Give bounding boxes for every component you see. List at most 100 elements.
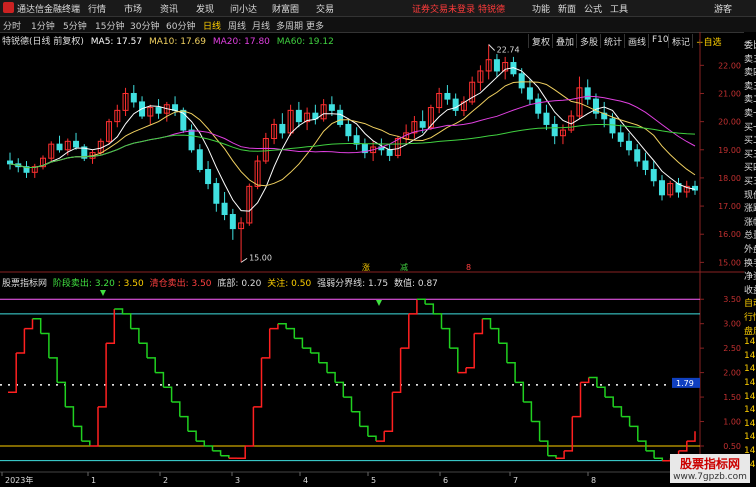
side-item[interactable]: 14:5 xyxy=(744,419,756,429)
candle-body xyxy=(155,107,162,114)
menu-jiaoyi[interactable]: 交易 xyxy=(316,2,334,15)
side-item[interactable]: 换手 xyxy=(744,256,756,269)
side-item[interactable]: 买五 xyxy=(744,174,756,187)
app-logo-icon xyxy=(3,2,14,13)
ind-segment xyxy=(376,431,385,442)
side-item[interactable]: 14:5 xyxy=(744,351,756,361)
side-item[interactable]: 14:5 xyxy=(744,337,756,347)
ind-name: 股票指标网 xyxy=(2,279,48,289)
ind-segment xyxy=(629,425,639,442)
x-axis-label: 5 xyxy=(371,476,376,485)
side-item[interactable]: 涨跌 xyxy=(744,201,756,214)
side-item[interactable]: 净资 xyxy=(744,269,756,282)
ind-segment xyxy=(351,410,361,427)
side-item[interactable]: 委比 xyxy=(744,38,756,51)
side-item[interactable]: 收益 xyxy=(744,283,756,296)
side-item[interactable]: 卖二 xyxy=(744,92,756,105)
ind-segment xyxy=(98,343,107,408)
x-axis-label: 2 xyxy=(163,476,168,485)
chart-area[interactable]: 22.0021.0020.0019.0018.0017.0016.0015.00… xyxy=(0,32,744,487)
top-xinmian[interactable]: 新面 xyxy=(558,2,576,15)
tab-monthly[interactable]: 月线 xyxy=(252,19,270,32)
tab-weekly[interactable]: 周线 xyxy=(228,19,246,32)
side-item[interactable]: 14:5 xyxy=(744,432,756,442)
ind-axis-label: 2.00 xyxy=(723,369,741,378)
ind-axis-label: 1.50 xyxy=(723,393,741,402)
side-item[interactable]: 涨幅 xyxy=(744,215,756,228)
candle-body xyxy=(419,121,426,128)
side-item[interactable]: 总量 xyxy=(744,228,756,241)
ind-segment xyxy=(48,357,58,383)
candle-body xyxy=(353,135,360,145)
top-func[interactable]: 功能 xyxy=(532,2,550,15)
top-gongju[interactable]: 工具 xyxy=(610,2,628,15)
ind-segment xyxy=(269,323,279,330)
candle-body xyxy=(609,118,616,134)
side-item[interactable]: 卖五 xyxy=(744,52,756,65)
candle-body xyxy=(73,140,80,148)
side-item[interactable]: 买一 xyxy=(744,120,756,133)
menu-zixun[interactable]: 资讯 xyxy=(160,2,178,15)
ind-segment xyxy=(686,431,696,442)
current-value-label: 1.79 xyxy=(676,379,694,388)
tab-15min[interactable]: 15分钟 xyxy=(95,19,124,32)
tab-fenshi[interactable]: 分时 xyxy=(3,19,21,32)
login-status[interactable]: 证券交易未登录 xyxy=(412,2,475,15)
side-item[interactable]: 外盘 xyxy=(744,242,756,255)
ma20-line xyxy=(9,95,696,169)
candle-body xyxy=(345,123,352,137)
side-item[interactable]: 现价 xyxy=(744,188,756,201)
candle-body xyxy=(625,140,632,151)
side-item[interactable]: 卖三 xyxy=(744,79,756,92)
ind-segment xyxy=(171,401,181,417)
tab-5min[interactable]: 5分钟 xyxy=(63,19,87,32)
title-bar: 通达信金融终端 行情 市场 资讯 发现 问小达 财富圈 交易 证券交易未登录 特… xyxy=(0,0,756,17)
top-gongshi[interactable]: 公式 xyxy=(584,2,602,15)
side-item[interactable]: 自动 xyxy=(744,296,756,309)
ind-segment xyxy=(163,386,173,402)
side-item[interactable]: 卖一 xyxy=(744,106,756,119)
side-item[interactable]: 卖四 xyxy=(744,65,756,78)
tab-1min[interactable]: 1分钟 xyxy=(31,19,55,32)
candle-body xyxy=(634,149,641,162)
ind-segment xyxy=(588,376,598,388)
candle-body xyxy=(130,92,137,103)
tab-more[interactable]: 更多 xyxy=(306,19,324,32)
ind-segment xyxy=(286,327,296,339)
tab-daily[interactable]: 日线 xyxy=(203,19,221,32)
tab-multi[interactable]: 多周期 xyxy=(276,19,303,32)
ind-segment xyxy=(57,381,67,407)
side-item[interactable]: 14:5 xyxy=(744,378,756,388)
side-item[interactable]: 买三 xyxy=(744,147,756,160)
top-youke[interactable]: 游客 xyxy=(714,2,732,15)
tab-60min[interactable]: 60分钟 xyxy=(166,19,195,32)
menu-wenxiaoda[interactable]: 问小达 xyxy=(230,2,257,15)
ind-segment xyxy=(556,450,565,459)
side-item[interactable]: 买四 xyxy=(744,160,756,173)
tab-30min[interactable]: 30分钟 xyxy=(130,19,159,32)
ind-segment xyxy=(294,337,304,349)
ind-segment xyxy=(523,401,533,422)
candle-body xyxy=(213,183,220,204)
candle-body xyxy=(444,92,451,100)
side-item[interactable]: 买二 xyxy=(744,133,756,146)
ind-segment xyxy=(482,318,492,329)
ind-segment xyxy=(613,406,623,417)
menu-shichang[interactable]: 市场 xyxy=(124,2,142,15)
side-item[interactable]: 14:5 xyxy=(744,405,756,415)
menu-caifuquan[interactable]: 财富圈 xyxy=(272,2,299,15)
x-axis-label: 4 xyxy=(303,476,308,485)
side-item[interactable]: 14:5 xyxy=(744,364,756,374)
side-item[interactable]: 行情 xyxy=(744,310,756,323)
ind-segment xyxy=(498,342,508,363)
side-item[interactable]: 盘后 xyxy=(744,324,756,337)
price-axis-label: 22.00 xyxy=(718,61,741,70)
price-axis-label: 21.00 xyxy=(718,89,741,98)
ind-axis-label: 3.00 xyxy=(723,320,741,329)
period-tabbar: 分时 1分钟 5分钟 15分钟 30分钟 60分钟 日线 周线 月线 多周期 更… xyxy=(0,17,756,48)
menu-faxian[interactable]: 发现 xyxy=(196,2,214,15)
side-item[interactable]: 14:5 xyxy=(744,392,756,402)
price-axis-label: 18.00 xyxy=(718,174,741,183)
menu-hangqing[interactable]: 行情 xyxy=(88,2,106,15)
candle-body xyxy=(7,160,13,165)
